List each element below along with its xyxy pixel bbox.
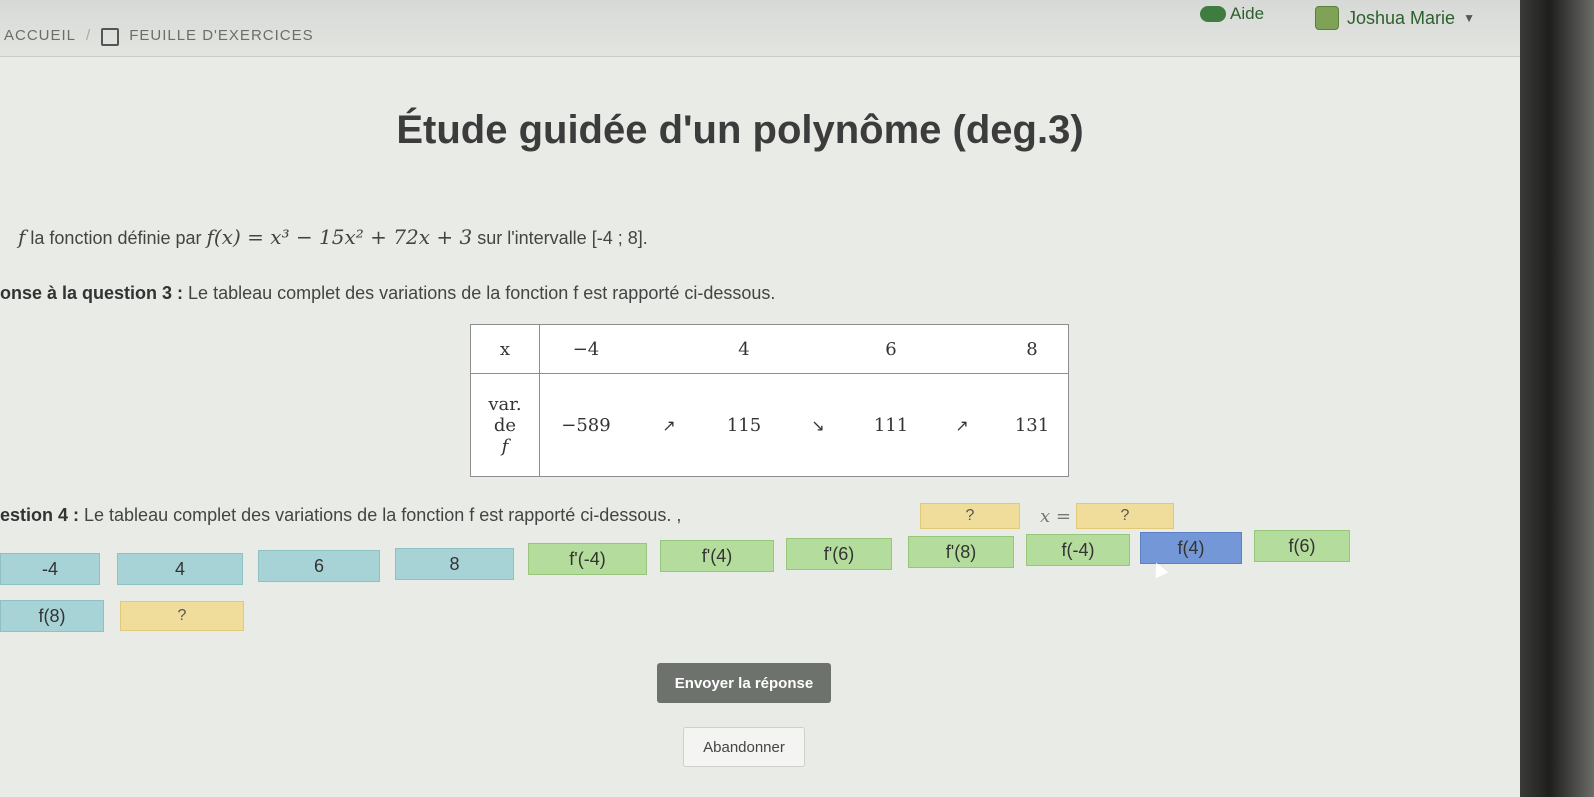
breadcrumb-separator: /: [86, 26, 92, 44]
answer-slot-2[interactable]: ?: [1076, 503, 1174, 529]
submit-button[interactable]: Envoyer la réponse: [657, 663, 831, 703]
help-icon: [1200, 6, 1226, 22]
function-formula: f(x) = x³ − 15x² + 72x + 3: [206, 225, 473, 249]
choice-chip[interactable]: 8: [395, 548, 514, 580]
abandon-button[interactable]: Abandonner: [683, 727, 805, 767]
statement-text-2: sur l'intervalle [-4 ; 8].: [472, 228, 648, 248]
choice-chip[interactable]: f'(8): [908, 536, 1014, 568]
breadcrumb: ACCUEIL / FEUILLE D'EXERCICES: [4, 26, 314, 46]
user-menu[interactable]: Joshua Marie ▼: [1315, 6, 1475, 30]
chevron-down-icon: ▼: [1463, 11, 1475, 25]
arrow-down-icon: ↘: [782, 373, 854, 477]
variation-table: x −4 4 6 8 var. de f −589 ↗ 115 ↘ 111 ↗ 13…: [470, 324, 1069, 477]
question-4: estion 4 : Le tableau complet des variat…: [0, 505, 681, 526]
page-title: Étude guidée d'un polynôme (deg.3): [396, 108, 1084, 152]
table-x-label: x: [470, 324, 540, 374]
answer-slot-3[interactable]: ?: [120, 601, 244, 631]
table-x-value: 8: [996, 324, 1069, 374]
table-x-value: 4: [706, 324, 782, 374]
sheet-icon: [101, 28, 120, 46]
table-var-label: var. de f: [470, 373, 540, 477]
choice-chip[interactable]: f'(-4): [528, 543, 647, 575]
help-link[interactable]: Aide: [1200, 4, 1264, 24]
user-name: Joshua Marie: [1347, 7, 1456, 28]
x-equals-label: x =: [1040, 506, 1071, 527]
table-f-value: 115: [706, 373, 782, 477]
breadcrumb-sheet[interactable]: FEUILLE D'EXERCICES: [129, 27, 313, 44]
question-4-label: estion 4 :: [0, 505, 80, 525]
answer-slot-1[interactable]: ?: [920, 503, 1020, 529]
table-x-value: −4: [539, 324, 632, 374]
choice-chip[interactable]: f'(6): [786, 538, 892, 570]
avatar: [1315, 6, 1339, 30]
table-x-value: 6: [854, 324, 928, 374]
breadcrumb-home[interactable]: ACCUEIL: [4, 27, 76, 44]
choice-chip[interactable]: -4: [0, 553, 100, 585]
arrow-up-icon: ↗: [632, 373, 706, 477]
answer-3-label: onse à la question 3 :: [0, 283, 184, 303]
monitor-bezel: [1520, 0, 1594, 797]
table-f-value: 131: [996, 373, 1069, 477]
choice-chip[interactable]: 6: [258, 550, 380, 582]
choice-chip[interactable]: 4: [117, 553, 243, 585]
answer-question-3: onse à la question 3 : Le tableau comple…: [0, 283, 775, 304]
choice-chip[interactable]: f(4): [1140, 532, 1242, 564]
choice-chip[interactable]: f(8): [0, 600, 104, 632]
choice-chip[interactable]: f(6): [1254, 530, 1350, 562]
table-f-value: −589: [539, 373, 632, 477]
table-f-value: 111: [854, 373, 928, 477]
question-4-text: Le tableau complet des variations de la …: [79, 505, 682, 525]
choice-chip[interactable]: f'(4): [660, 540, 774, 572]
problem-statement: f la fonction définie par f(x) = x³ − 15…: [18, 225, 648, 249]
answer-3-text: Le tableau complet des variations de la …: [183, 283, 776, 303]
choice-chip[interactable]: f(-4): [1026, 534, 1130, 566]
help-label: Aide: [1230, 4, 1265, 23]
statement-text-1: la fonction définie par: [25, 228, 207, 248]
top-bar: ACCUEIL / FEUILLE D'EXERCICES Aide Joshu…: [0, 0, 1520, 57]
arrow-up-icon: ↗: [928, 373, 996, 477]
